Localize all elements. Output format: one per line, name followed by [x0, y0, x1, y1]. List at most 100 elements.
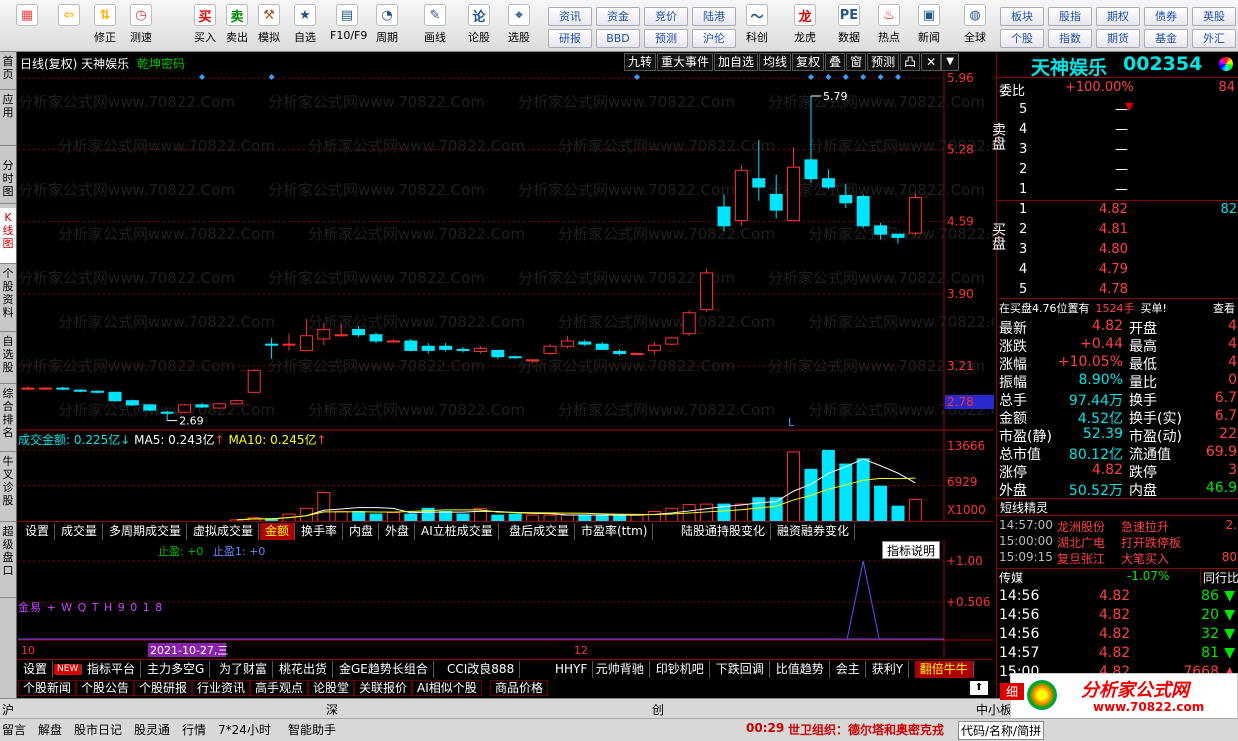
left-tab[interactable]: 首页	[0, 52, 16, 90]
status-item[interactable]: 股市日记	[74, 721, 122, 738]
toolbar-small-button[interactable]: 指数	[1048, 29, 1092, 48]
formula-tab[interactable]: 元帅背驰	[591, 661, 650, 678]
buy-level-row[interactable]: 3 4.80	[1019, 242, 1237, 260]
toolbar-small-button[interactable]: 债券	[1144, 7, 1188, 26]
toolbar-small-button[interactable]: 期货	[1096, 29, 1140, 48]
left-tab[interactable]: 超级盘口	[0, 522, 16, 598]
market-label-zx[interactable]: 中小板	[976, 701, 1012, 718]
formula-tab[interactable]: 指标平台	[82, 661, 142, 678]
formula-tab[interactable]: CCI改良888	[442, 661, 521, 678]
toolbar-dragon-tiger-button[interactable]: 龙龙虎	[788, 2, 822, 50]
toolbar-small-button[interactable]: 英股	[1192, 7, 1236, 26]
toolbar-small-button[interactable]: 股指	[1048, 7, 1092, 26]
formula-tab[interactable]: 下跌回调	[711, 661, 770, 678]
indicator-tab[interactable]: 融资融券变化	[772, 523, 856, 540]
info-tab[interactable]: 个股研报	[134, 680, 193, 696]
code-search-input[interactable]: 代码/名称/简拼	[958, 721, 1045, 740]
detail-tab[interactable]: 细	[1000, 683, 1025, 700]
toolbar-small-button[interactable]: 资金	[596, 7, 640, 26]
toolbar-star-button[interactable]: ★ 自选	[288, 2, 322, 50]
close-icon[interactable]: ✕	[921, 53, 942, 71]
chart-subtitle[interactable]: 乾坤密码	[137, 57, 185, 71]
indicator-tab[interactable]: 盘后成交量	[504, 523, 576, 540]
chart-top-button[interactable]: 叠	[825, 53, 846, 71]
market-label-sz[interactable]: 深	[326, 701, 338, 718]
sprite-title[interactable]: 短线精灵	[997, 498, 1238, 516]
toolbar-small-button[interactable]: 竞价	[644, 7, 688, 26]
formula-tab[interactable]: 设置	[18, 661, 54, 678]
peer-compare-button[interactable]: 同行比	[1199, 569, 1238, 586]
chart-top-button[interactable]: 凸	[900, 53, 921, 71]
left-tab[interactable]: 牛叉诊股	[0, 452, 16, 522]
left-tab[interactable]: 综合排名	[0, 384, 16, 452]
formula-tab[interactable]: 会主	[831, 661, 866, 678]
formula-tab[interactable]: 获利Y	[867, 661, 910, 678]
buy-level-row[interactable]: 4 4.79	[1019, 262, 1237, 280]
formula-tab[interactable]: 桃花出货	[274, 661, 334, 678]
color-wheel-icon[interactable]	[1219, 57, 1233, 71]
chart-top-button[interactable]: 窗	[846, 53, 867, 71]
status-item[interactable]: 股灵通	[134, 721, 170, 738]
toolbar-small-button[interactable]: 外汇	[1192, 29, 1236, 48]
left-tab[interactable]: K线图	[0, 208, 16, 264]
toolbar-sell-button[interactable]: 卖卖出	[220, 2, 254, 50]
toolbar-up-down-arrows-button[interactable]: ⇅ 修正	[88, 2, 122, 50]
toolbar-small-button[interactable]: 个股	[1000, 29, 1044, 48]
toolbar-small-button[interactable]: BBD	[596, 29, 640, 48]
toolbar-period-button[interactable]: ◔ 周期	[370, 2, 404, 50]
info-tab[interactable]: 关联报价	[354, 680, 413, 696]
formula-tab[interactable]: HHYF	[550, 661, 594, 678]
sector-row[interactable]: 传媒 -1.07% 同行比	[997, 568, 1238, 586]
info-tab[interactable]: 论股堂	[308, 680, 355, 696]
chart-canvas[interactable]: 分析家公式网www.70822.Com 分析家公式网www.70822.Com 分析…	[18, 52, 994, 658]
toolbar-news-button[interactable]: ▣ 新闻	[912, 2, 946, 50]
sell-level-row[interactable]: 2—	[1019, 162, 1219, 180]
indicator-tab[interactable]: 陆股通持股变化	[676, 523, 772, 540]
status-item[interactable]: 智能助手	[288, 721, 336, 738]
new-badge[interactable]: NEW	[54, 664, 83, 675]
info-tab[interactable]: 行业资讯	[192, 680, 251, 696]
toolbar-small-button[interactable]: 研报	[548, 29, 592, 48]
formula-tab[interactable]: 翻倍牛牛	[914, 661, 974, 678]
toolbar-hot-button[interactable]: ♨ 热点	[872, 2, 906, 50]
left-tab[interactable]: 分时图	[0, 156, 16, 204]
sell-level-row[interactable]: 3—	[1019, 142, 1219, 160]
toolbar-globe-button[interactable]: ◍ 全球	[958, 2, 992, 50]
status-item[interactable]: 7*24小时	[218, 721, 271, 738]
buy-order-message[interactable]: 在买盘4.76位置有 1524手 买单! 查看	[999, 298, 1237, 316]
toolbar-small-button[interactable]: 预测	[644, 29, 688, 48]
indicator-tab[interactable]: 多周期成交量	[104, 523, 188, 540]
toolbar-select-stock-button[interactable]: ⌖ 选股	[502, 2, 536, 50]
toolbar-back-arrow-button[interactable]: ⇦	[52, 2, 86, 50]
status-item[interactable]: 解盘	[38, 721, 62, 738]
indicator-tab[interactable]: 设置	[20, 523, 56, 540]
toolbar-grid-button[interactable]: ▦	[10, 2, 44, 50]
chart-top-button[interactable]: 加自选	[714, 53, 759, 71]
indicator-tab[interactable]: 换手率	[296, 523, 344, 540]
chart-top-button[interactable]: 均线	[759, 53, 792, 71]
toolbar-hammer-button[interactable]: ⚒ 模拟	[252, 2, 286, 50]
info-tab[interactable]: 高手观点	[250, 680, 309, 696]
toolbar-discuss-button[interactable]: 论论股	[462, 2, 496, 50]
toolbar-f10-button[interactable]: ▤ F10/F9	[330, 2, 367, 50]
toolbar-small-button[interactable]: 陆港	[692, 7, 736, 26]
expand-up-icon[interactable]: ⬆	[970, 681, 988, 695]
indicator-tab[interactable]: AI立桩成交量	[416, 523, 499, 540]
left-tab[interactable]: 自选股	[0, 332, 16, 384]
sell-level-row[interactable]: 5—	[1019, 102, 1219, 120]
info-tab[interactable]: 个股公告	[76, 680, 135, 696]
news-ticker[interactable]: 世卫组织：德尔塔和奥密克戎	[788, 721, 944, 738]
toolbar-data-button[interactable]: PE 数据	[832, 2, 866, 50]
formula-tab[interactable]: 比值趋势	[771, 661, 830, 678]
toolbar-small-button[interactable]: 板块	[1000, 7, 1044, 26]
sell-level-row[interactable]: 4—	[1019, 122, 1219, 140]
info-tab[interactable]: 个股新闻	[18, 680, 77, 696]
buy-level-row[interactable]: 1 4.82 82	[1019, 202, 1237, 220]
toolbar-clock-button[interactable]: ◷ 测速	[124, 2, 158, 50]
buy-level-row[interactable]: 2 4.81	[1019, 222, 1237, 240]
view-link[interactable]: 查看	[1213, 300, 1235, 316]
status-item[interactable]: 留言	[2, 721, 26, 738]
market-label-cy[interactable]: 创	[652, 701, 664, 718]
chart-top-button[interactable]: 九转	[624, 53, 657, 71]
formula-tab[interactable]: 印钞机吧	[651, 661, 710, 678]
